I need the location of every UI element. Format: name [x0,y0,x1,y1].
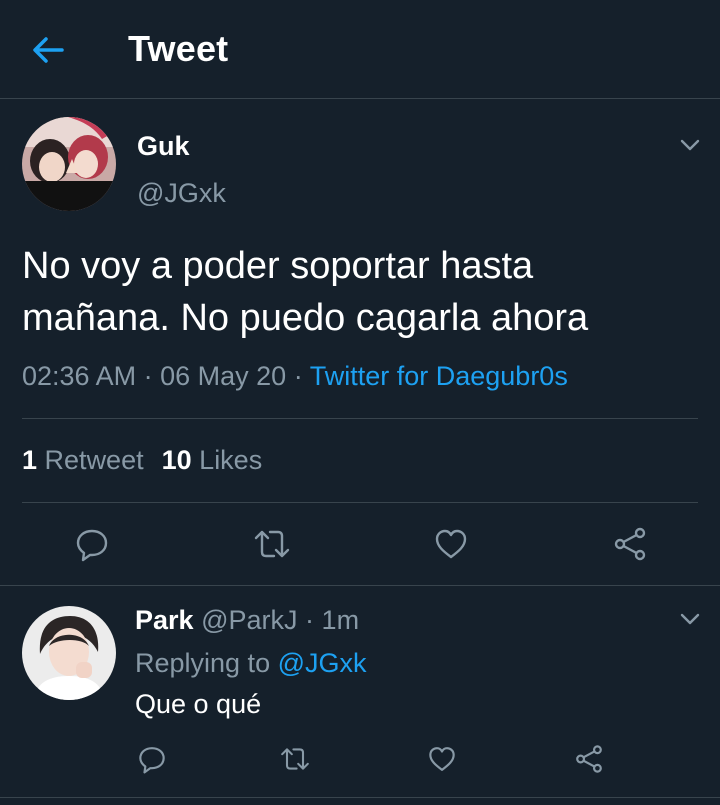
likes-stat[interactable]: 10 Likes [162,445,263,475]
tweet-time: 02:36 AM [22,361,137,391]
tweet-text-line-2: mañana. No puedo cagarla ahora [22,297,589,339]
page-title: Tweet [128,28,229,69]
reply-time: 1m [321,605,360,635]
replying-to-link[interactable]: @JGxk [278,648,367,678]
reply-header: Park @ParkJ · 1m [135,605,359,636]
reply-text: Que o qué [135,689,262,719]
reply-separator: · [305,605,315,635]
avatar-photo [22,117,116,211]
heart-icon[interactable] [427,744,457,774]
tweet-date: 06 May 20 [160,361,287,391]
replying-to-prefix: Replying to [135,648,271,678]
share-icon[interactable] [611,525,649,563]
author-name[interactable]: Guk [137,131,190,162]
tweet-stats: 1 Retweet 10 Likes [22,445,262,476]
share-icon[interactable] [573,743,605,775]
divider [22,418,698,419]
meta-separator: · [143,361,153,391]
chevron-down-icon[interactable] [678,609,702,629]
tweet-source-link[interactable]: Twitter for Daegubr0s [310,361,568,391]
tweet-text-line-1: No voy a poder soportar hasta [22,245,534,287]
reply-icon[interactable] [74,526,110,562]
reply-author-name[interactable]: Park [135,605,194,635]
retweet-icon[interactable] [252,526,292,562]
replying-to-line: Replying to @JGxk [135,648,367,679]
retweet-label: Retweet [44,445,144,475]
like-count: 10 [161,445,192,475]
chevron-down-icon[interactable] [678,135,702,155]
reply-author-avatar[interactable] [22,606,116,700]
section-separator [0,585,720,586]
back-arrow-icon[interactable] [28,32,68,68]
retweet-count: 1 [22,445,38,475]
heart-icon[interactable] [433,526,469,562]
retweets-stat[interactable]: 1 Retweet [22,445,144,475]
avatar-photo [22,606,116,700]
section-separator [0,797,720,798]
tweet-text: No voy a poder soportar hasta mañana. No… [22,240,692,344]
meta-separator: · [293,361,303,391]
tweet-meta: 02:36 AM · 06 May 20 · Twitter for Daegu… [22,361,568,392]
retweet-icon[interactable] [279,744,311,774]
top-app-bar: Tweet [0,0,720,99]
author-avatar[interactable] [22,117,116,211]
divider [22,502,698,503]
reply-icon[interactable] [137,744,167,774]
like-label: Likes [199,445,263,475]
reply-author-handle[interactable]: @ParkJ [201,605,297,635]
author-handle[interactable]: @JGxk [137,178,226,209]
